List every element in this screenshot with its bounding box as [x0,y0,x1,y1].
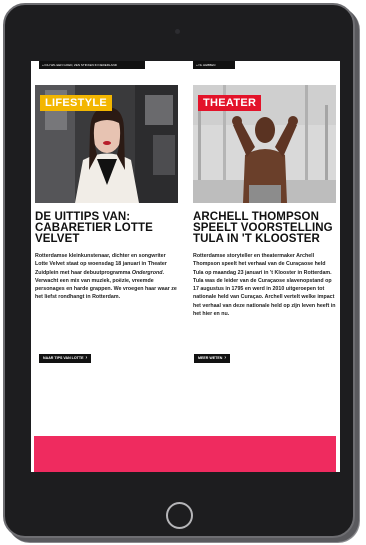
article-title-lotte-velvet[interactable]: DE UITTIPS VAN: CABARETIER LOTTE VELVET [35,211,178,245]
article-photo-archell-thompson[interactable]: THEATER [193,85,336,203]
article-card-archell-thompson[interactable]: THEATER ARCHELL THOMPSON SPEELT VOORSTEL… [193,85,336,318]
top-links-strip: » ICH WIL EEN GOED, ZEN STIKKEN IN NEDER… [31,61,340,71]
home-button[interactable] [166,502,193,529]
article-photo-lotte-velvet[interactable]: LIFESTYLE [35,85,178,203]
tablet-screen: » ICH WIL EEN GOED, ZEN STIKKEN IN NEDER… [31,61,340,472]
chevron-right-icon: › [85,355,88,361]
article-description-archell-thompson: Rotterdamse storyteller en theatermaker … [193,253,336,318]
title-line: VELVET [35,233,80,245]
cta-label: NAAR TIPS VAN LOTTE [43,356,84,360]
article-description-lotte-velvet: Rotterdamse kleinkunstenaar, dichter en … [35,252,178,302]
category-badge-theater[interactable]: THEATER [198,95,262,111]
meer-weten-button[interactable]: MEER WETEN › [194,354,231,363]
category-badge-lifestyle[interactable]: LIFESTYLE [40,95,112,111]
banner-xl[interactable]: Banner XL [34,436,336,472]
cta-label: MEER WETEN [198,356,223,360]
top-link-right[interactable]: » NL HEBBEN [193,61,235,69]
title-line: TULA IN 'T KLOOSTER [193,233,320,245]
banner-label: Banner XL [34,436,336,472]
naar-tips-button[interactable]: NAAR TIPS VAN LOTTE › [39,354,92,363]
top-link-left[interactable]: » ICH WIL EEN GOED, ZEN STIKKEN IN NEDER… [39,61,145,69]
article-title-archell-thompson[interactable]: ARCHELL THOMPSON SPEELT VOORSTELLING TUL… [193,211,336,245]
chevron-right-icon: › [224,355,227,361]
desc-italic: Ondergrond [131,269,163,276]
article-card-lotte-velvet[interactable]: LIFESTYLE DE UITTIPS VAN: CABARETIER LOT… [35,85,178,302]
camera-icon [175,29,180,34]
